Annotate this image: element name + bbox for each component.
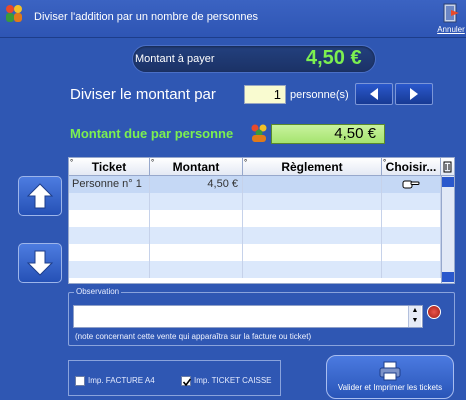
observation-input[interactable] (73, 305, 423, 328)
table-settings-icon[interactable] (441, 158, 454, 176)
validate-print-button[interactable]: Valider et Imprimer les tickets (326, 355, 454, 399)
pointing-hand-icon[interactable] (402, 179, 420, 189)
people-app-icon (4, 3, 24, 25)
scroll-down-icon[interactable] (442, 272, 454, 282)
cancel-label: Annuler (437, 25, 465, 34)
row-down-button[interactable] (18, 243, 62, 283)
increase-count-button[interactable] (395, 83, 433, 105)
table-row[interactable] (69, 227, 441, 244)
validate-label: Valider et Imprimer les tickets (337, 383, 443, 392)
cell-montant: 4,50 € (150, 176, 243, 193)
printer-icon (379, 361, 401, 381)
triangle-left-icon (370, 88, 378, 100)
due-label: Montant due par personne (70, 126, 234, 141)
row-up-button[interactable] (18, 176, 62, 216)
triangle-right-icon (410, 88, 418, 100)
edit-observation-icon[interactable] (427, 305, 441, 319)
person-count-field[interactable]: 1 (244, 85, 286, 104)
ticket-checkbox[interactable] (181, 376, 192, 387)
payment-amount: 4,50 € (306, 47, 362, 69)
title-bar: Diviser l'addition par un nombre de pers… (0, 0, 466, 38)
checkmark-icon (182, 378, 192, 387)
table-row[interactable] (69, 193, 441, 210)
cell-ticket: Personne n° 1 (69, 176, 150, 193)
table-row[interactable] (69, 261, 441, 278)
table-scrollbar[interactable] (441, 176, 454, 283)
observation-note: (note concernant cette vente qui apparaî… (75, 332, 312, 341)
table-header: Ticket Montant Règlement Choisir... (69, 154, 454, 176)
cell-reglement (243, 176, 382, 193)
table-row[interactable]: Personne n° 1 4,50 € (69, 176, 441, 193)
column-header-montant[interactable]: Montant (150, 154, 243, 176)
split-label: Diviser le montant par (70, 86, 216, 103)
column-header-choisir[interactable]: Choisir... (382, 154, 441, 176)
due-amount-field: 4,50 € (271, 124, 385, 144)
observation-scrollbar[interactable]: ▲ ▼ (408, 306, 421, 327)
scroll-up-icon[interactable] (442, 177, 454, 187)
person-count-unit: personne(s) (290, 89, 349, 101)
facture-checkbox[interactable] (75, 376, 85, 386)
column-header-reglement[interactable]: Règlement (243, 154, 382, 176)
table-row[interactable] (69, 244, 441, 261)
arrow-down-icon (26, 250, 54, 276)
arrow-up-icon (26, 183, 54, 209)
spin-up-icon[interactable]: ▲ (409, 306, 421, 316)
people-icon (249, 123, 269, 143)
window-title: Diviser l'addition par un nombre de pers… (34, 11, 259, 23)
spin-down-icon[interactable]: ▼ (409, 316, 421, 326)
cell-choisir[interactable] (382, 176, 441, 193)
facture-label: Imp. FACTURE A4 (88, 376, 155, 385)
ticket-label: Imp. TICKET CAISSE (194, 376, 272, 385)
column-header-ticket[interactable]: Ticket (69, 154, 150, 176)
observation-title: Observation (74, 287, 122, 296)
exit-door-icon (443, 3, 459, 23)
payment-label: Montant à payer (135, 53, 215, 65)
decrease-count-button[interactable] (355, 83, 393, 105)
tickets-table: Ticket Montant Règlement Choisir... Pers… (68, 154, 455, 284)
table-row[interactable] (69, 210, 441, 227)
cancel-button[interactable]: Annuler (437, 2, 465, 36)
